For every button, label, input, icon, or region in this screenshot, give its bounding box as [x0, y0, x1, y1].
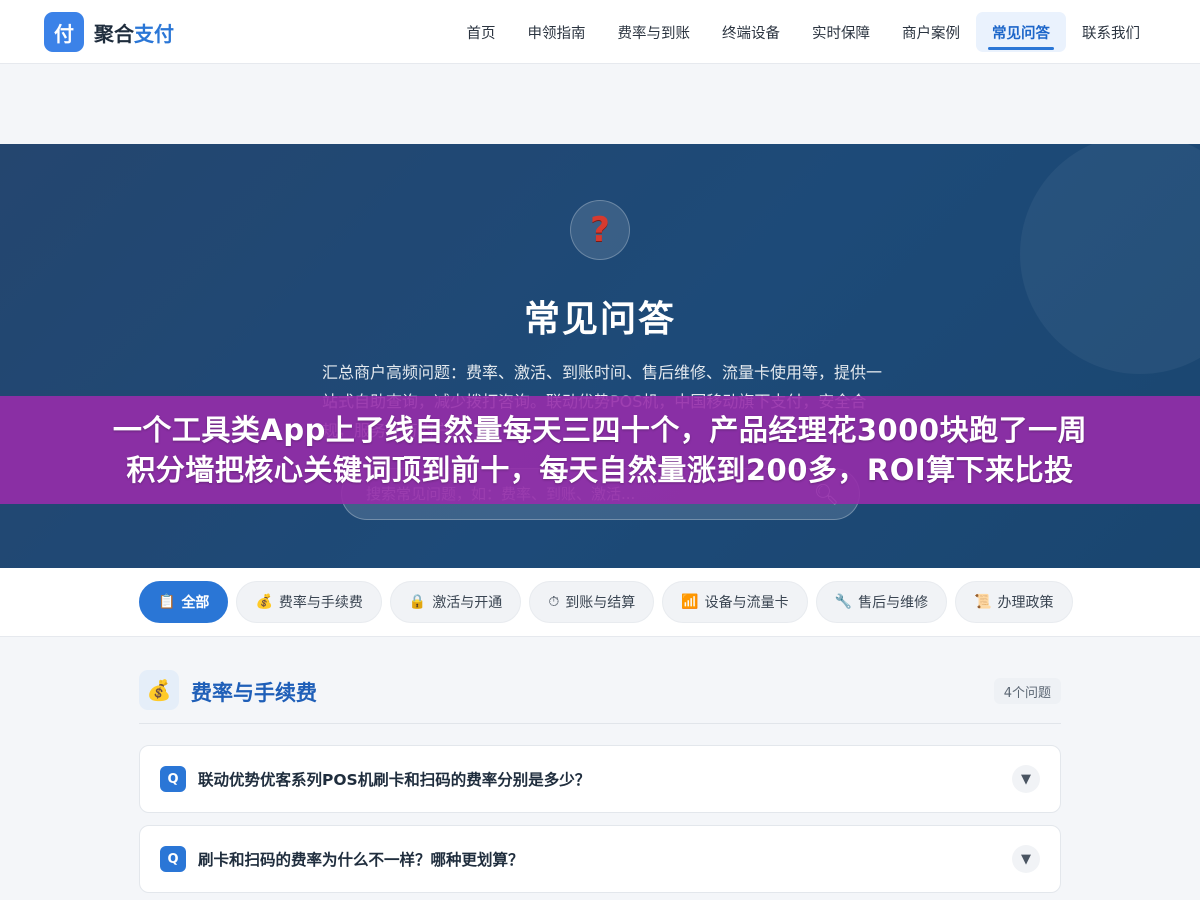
brand-name: 聚合支付 [94, 18, 174, 47]
scroll-icon: 📜 [974, 594, 992, 610]
faq-item[interactable]: Q 刷卡和扫码的费率为什么不一样？哪种更划算？ ▼ [139, 825, 1061, 893]
filter-label: 全部 [181, 595, 210, 611]
top-nav: 付 聚合支付 首页 申领指南 费率与到账 终端设备 实时保障 商户案例 常见问答… [0, 0, 1200, 64]
nav-faq[interactable]: 常见问答 [976, 12, 1066, 52]
faq-item[interactable]: Q 联动优势优客系列POS机刷卡和扫码的费率分别是多少？ ▼ [139, 745, 1061, 813]
filter-label: 激活与开通 [432, 595, 503, 611]
brand-mark: 付 [44, 12, 84, 52]
money-bag-icon: 💰 [255, 594, 273, 610]
nav-contact[interactable]: 联系我们 [1066, 12, 1156, 52]
nav-devices[interactable]: 终端设备 [706, 12, 796, 52]
filter-activation[interactable]: 🔒 激活与开通 [389, 581, 522, 623]
nav-support[interactable]: 实时保障 [796, 12, 886, 52]
overlay-banner: 一个工具类App上了线自然量每天三四十个，产品经理花3000块跑了一周 积分墙把… [0, 396, 1200, 504]
question-badge: Q [160, 846, 186, 872]
nav-cases[interactable]: 商户案例 [886, 12, 976, 52]
clipboard-icon: 📋 [158, 594, 176, 610]
filter-rates-fees[interactable]: 💰 费率与手续费 [236, 581, 382, 623]
money-bag-icon: 💰 [139, 670, 179, 710]
banner-line-2: 积分墙把核心关键词顶到前十，每天自然量涨到200多，ROI算下来比投 [126, 453, 1074, 487]
filter-devices-sim[interactable]: 📶 设备与流量卡 [662, 581, 808, 623]
faq-question: 刷卡和扫码的费率为什么不一样？哪种更划算？ [198, 851, 524, 869]
brand-logo[interactable]: 付 聚合支付 [44, 12, 174, 52]
lock-icon: 🔒 [408, 594, 427, 610]
category-filter-bar: 📋 全部 💰 费率与手续费 🔒 激活与开通 ⏱ 到账与结算 📶 设备与流量卡 🔧 售后与维修… [0, 568, 1200, 637]
signal-icon: 📶 [681, 594, 699, 610]
chevron-down-icon[interactable]: ▼ [1012, 765, 1040, 793]
nav-rates[interactable]: 费率与到账 [602, 12, 707, 52]
filter-label: 费率与手续费 [278, 595, 363, 611]
filter-settlement[interactable]: ⏱ 到账与结算 [529, 581, 655, 623]
filter-label: 到账与结算 [565, 595, 636, 611]
category-chips: 📋 全部 💰 费率与手续费 🔒 激活与开通 ⏱ 到账与结算 📶 设备与流量卡 🔧 售后与维修… [139, 581, 1081, 625]
nav-home[interactable]: 首页 [451, 12, 512, 52]
question-mark-icon: ? [570, 200, 630, 260]
hero-section: ? 常见问答 汇总商户高频问题：费率、激活、到账时间、售后维修、流量卡使用等，提… [0, 144, 1200, 568]
wrench-icon: 🔧 [834, 594, 853, 610]
filter-label: 设备与流量卡 [704, 595, 789, 611]
faq-question: 联动优势优客系列POS机刷卡和扫码的费率分别是多少？ [198, 771, 591, 789]
filter-after-sales[interactable]: 🔧 售后与维修 [815, 581, 948, 623]
brand-name-prefix: 聚合 [94, 21, 134, 46]
page-title: 常见问答 [523, 299, 676, 340]
chevron-down-icon[interactable]: ▼ [1012, 845, 1040, 873]
brand-name-accent: 支付 [134, 21, 174, 46]
question-badge: Q [160, 766, 186, 792]
banner-line-1: 一个工具类App上了线自然量每天三四十个，产品经理花3000块跑了一周 [112, 413, 1088, 447]
stopwatch-icon: ⏱ [548, 594, 560, 610]
filter-label: 售后与维修 [858, 595, 929, 611]
filter-policy[interactable]: 📜 办理政策 [955, 581, 1073, 623]
question-count-badge: 4个问题 [993, 678, 1061, 704]
section-header-rates: 💰 费率与手续费 4个问题 [139, 668, 1061, 724]
filter-label: 办理政策 [997, 595, 1054, 611]
filter-all[interactable]: 📋 全部 [139, 581, 229, 623]
nav-apply-guide[interactable]: 申领指南 [512, 12, 602, 52]
nav-links: 首页 申领指南 费率与到账 终端设备 实时保障 商户案例 常见问答 联系我们 [451, 12, 1157, 52]
section-title: 费率与手续费 [191, 681, 317, 705]
